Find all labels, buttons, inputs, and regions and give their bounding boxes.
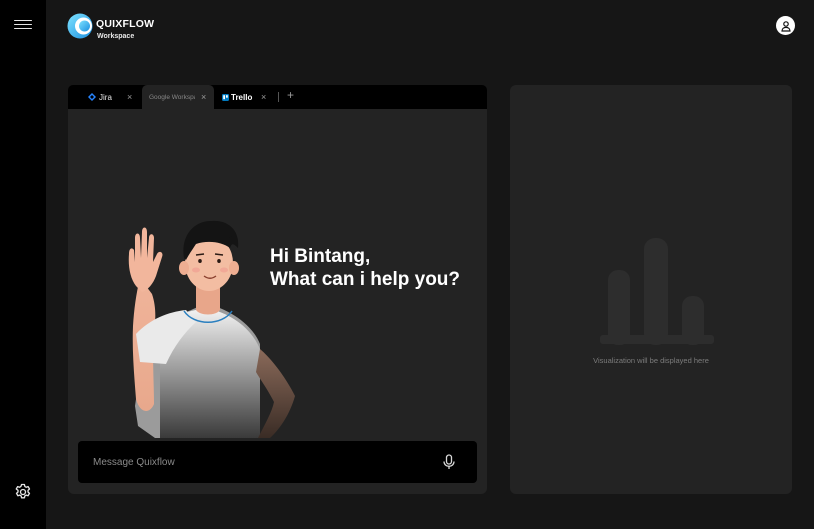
close-icon[interactable]: × <box>261 92 266 102</box>
brand-subtitle: Workspace <box>97 33 135 40</box>
add-tab-button[interactable]: + <box>287 88 294 102</box>
tab-trello[interactable]: Trello × <box>222 85 272 109</box>
message-bar <box>78 441 477 483</box>
greeting-line-1: Hi Bintang, <box>270 246 371 267</box>
microphone-button[interactable] <box>442 454 456 470</box>
chat-panel: Hi Bintang, What can i help you? <box>68 109 487 494</box>
tab-jira[interactable]: Jira × <box>88 85 140 109</box>
sidebar-rail <box>0 0 46 529</box>
bar-chart-icon <box>600 238 714 345</box>
tab-label: Trello <box>231 92 253 102</box>
brand-name: QUIXFLOW <box>96 18 155 30</box>
close-icon[interactable]: × <box>127 92 132 102</box>
greeting-line-2: What can i help you? <box>270 269 461 290</box>
user-icon <box>780 20 791 32</box>
trello-icon <box>222 93 229 101</box>
visualization-caption: Visualization will be displayed here <box>593 356 709 365</box>
settings-button[interactable] <box>13 482 33 502</box>
jira-icon <box>88 93 96 101</box>
tab-divider <box>278 92 279 102</box>
quixflow-logo <box>67 13 93 39</box>
microphone-icon <box>443 454 455 469</box>
brand: QUIXFLOW Workspace <box>67 13 154 40</box>
tab-label: Jira <box>99 92 112 102</box>
menu-icon[interactable] <box>14 17 32 33</box>
tab-bar: Jira × Google Workspace × Trello × + <box>68 85 487 109</box>
tab-label: Google Workspace <box>149 93 195 101</box>
message-input[interactable] <box>93 453 423 471</box>
greeting: Hi Bintang, What can i help you? <box>270 245 460 291</box>
gear-icon <box>15 483 31 499</box>
tab-google-workspace[interactable]: Google Workspace × <box>142 85 214 109</box>
profile-button[interactable] <box>776 16 795 35</box>
visualization-panel: Visualization will be displayed here <box>510 85 792 494</box>
close-icon[interactable]: × <box>201 92 206 102</box>
